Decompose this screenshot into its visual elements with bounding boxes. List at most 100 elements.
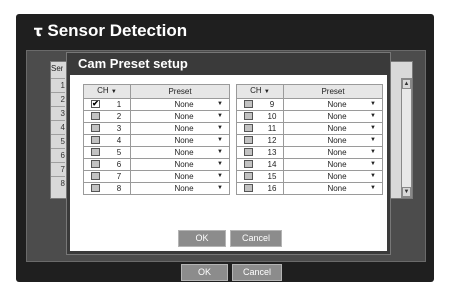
chevron-down-icon: ▼ [217, 173, 223, 179]
channel-checkbox[interactable] [91, 172, 100, 180]
channel-cell: 7 [83, 170, 131, 183]
page-title: 𝛕 Sensor Detection [34, 21, 187, 41]
preset-row: ✔ 1 None ▼ [83, 98, 230, 111]
chevron-down-icon: ▼ [217, 101, 223, 107]
channel-cell: 2 [83, 110, 131, 123]
preset-dropdown[interactable]: None ▼ [130, 134, 230, 147]
dialog-cancel-button[interactable]: Cancel [230, 230, 282, 247]
chevron-down-icon: ▼ [110, 89, 117, 95]
channel-cell: 9 [236, 98, 284, 111]
preset-dropdown[interactable]: None ▼ [283, 98, 383, 111]
preset-dropdown[interactable]: None ▼ [283, 182, 383, 195]
channel-checkbox[interactable]: ✔ [91, 100, 100, 108]
chevron-down-icon: ▼ [370, 113, 376, 119]
channel-cell: 10 [236, 110, 284, 123]
channel-number: 1 [116, 100, 122, 109]
channel-number: 11 [267, 124, 277, 133]
ch-column-header[interactable]: CH ▼ [236, 84, 284, 99]
preset-dropdown[interactable]: None ▼ [283, 134, 383, 147]
preset-dropdown[interactable]: None ▼ [130, 170, 230, 183]
preset-dropdown[interactable]: None ▼ [130, 122, 230, 135]
preset-dropdown[interactable]: None ▼ [283, 158, 383, 171]
preset-row: 10 None ▼ [236, 110, 383, 123]
channel-number: 10 [267, 112, 277, 121]
preset-dropdown[interactable]: None ▼ [130, 158, 230, 171]
preset-value: None [174, 124, 194, 133]
preset-dropdown[interactable]: None ▼ [130, 182, 230, 195]
dialog-ok-button[interactable]: OK [178, 230, 226, 247]
preset-row: 4 None ▼ [83, 134, 230, 147]
preset-dropdown[interactable]: None ▼ [283, 146, 383, 159]
preset-dropdown[interactable]: None ▼ [130, 146, 230, 159]
preset-dropdown[interactable]: None ▼ [130, 110, 230, 123]
chevron-down-icon: ▼ [370, 185, 376, 191]
preset-dropdown[interactable]: None ▼ [130, 98, 230, 111]
sensor-row-number: 2 [51, 92, 65, 106]
channel-checkbox[interactable] [91, 112, 100, 120]
channel-checkbox[interactable] [244, 100, 253, 108]
sensor-table-tab[interactable]: Sen [51, 62, 63, 76]
channel-checkbox[interactable] [244, 148, 253, 156]
preset-row: 5 None ▼ [83, 146, 230, 159]
chevron-down-icon: ▼ [217, 149, 223, 155]
preset-row: 13 None ▼ [236, 146, 383, 159]
channel-checkbox[interactable] [91, 148, 100, 156]
channel-checkbox[interactable] [244, 160, 253, 168]
channel-checkbox[interactable] [244, 112, 253, 120]
channel-checkbox[interactable] [91, 124, 100, 132]
preset-value: None [174, 172, 194, 181]
cancel-button[interactable]: Cancel [232, 264, 282, 281]
ch-header-label: CH [250, 86, 262, 95]
channel-checkbox[interactable] [244, 124, 253, 132]
chevron-down-icon: ▼ [217, 125, 223, 131]
channel-checkbox[interactable] [244, 136, 253, 144]
channel-checkbox[interactable] [91, 184, 100, 192]
channel-cell: 5 [83, 146, 131, 159]
channel-number: 8 [116, 184, 122, 193]
ok-button[interactable]: OK [181, 264, 228, 281]
sensor-row-number: 1 [51, 78, 65, 92]
preset-value: None [174, 148, 194, 157]
preset-value: None [174, 100, 194, 109]
channel-cell: 12 [236, 134, 284, 147]
preset-value: None [174, 184, 194, 193]
preset-dropdown[interactable]: None ▼ [283, 122, 383, 135]
ch-header-label: CH [97, 86, 109, 95]
page-title-text: Sensor Detection [47, 21, 188, 40]
preset-value: None [327, 112, 347, 121]
channel-checkbox[interactable] [244, 172, 253, 180]
channel-cell: 11 [236, 122, 284, 135]
channel-number: 13 [267, 148, 277, 157]
channel-cell: 16 [236, 182, 284, 195]
channel-number: 3 [116, 124, 122, 133]
channel-cell: 4 [83, 134, 131, 147]
channel-number: 16 [267, 184, 277, 193]
channel-checkbox[interactable] [91, 160, 100, 168]
sensor-row-numbers: 12345678 [51, 78, 65, 190]
channel-number: 2 [116, 112, 122, 121]
scroll-down-icon[interactable]: ▼ [402, 187, 411, 197]
channel-cell: 15 [236, 170, 284, 183]
preset-row: 2 None ▼ [83, 110, 230, 123]
scrollbar[interactable]: ▲ ▼ [401, 78, 412, 198]
preset-dropdown[interactable]: None ▼ [283, 110, 383, 123]
ch-column-header[interactable]: CH ▼ [83, 84, 131, 99]
chevron-down-icon: ▼ [370, 173, 376, 179]
chevron-down-icon: ▼ [370, 137, 376, 143]
preset-column-header: Preset [283, 84, 383, 99]
channel-checkbox[interactable] [91, 136, 100, 144]
preset-dropdown[interactable]: None ▼ [283, 170, 383, 183]
chevron-down-icon: ▼ [370, 149, 376, 155]
channel-checkbox[interactable] [244, 184, 253, 192]
preset-row: 7 None ▼ [83, 170, 230, 183]
scroll-up-icon[interactable]: ▲ [402, 79, 411, 89]
chevron-down-icon: ▼ [370, 161, 376, 167]
chevron-down-icon: ▼ [263, 89, 270, 95]
preset-value: None [327, 124, 347, 133]
preset-row: 16 None ▼ [236, 182, 383, 195]
preset-table-right: CH ▼ Preset 9 None ▼ 10 None ▼ 11 None ▼ 12 None ▼ 1… [236, 84, 383, 195]
chevron-down-icon: ▼ [217, 185, 223, 191]
preset-value: None [327, 172, 347, 181]
preset-value: None [327, 184, 347, 193]
channel-number: 7 [116, 172, 122, 181]
